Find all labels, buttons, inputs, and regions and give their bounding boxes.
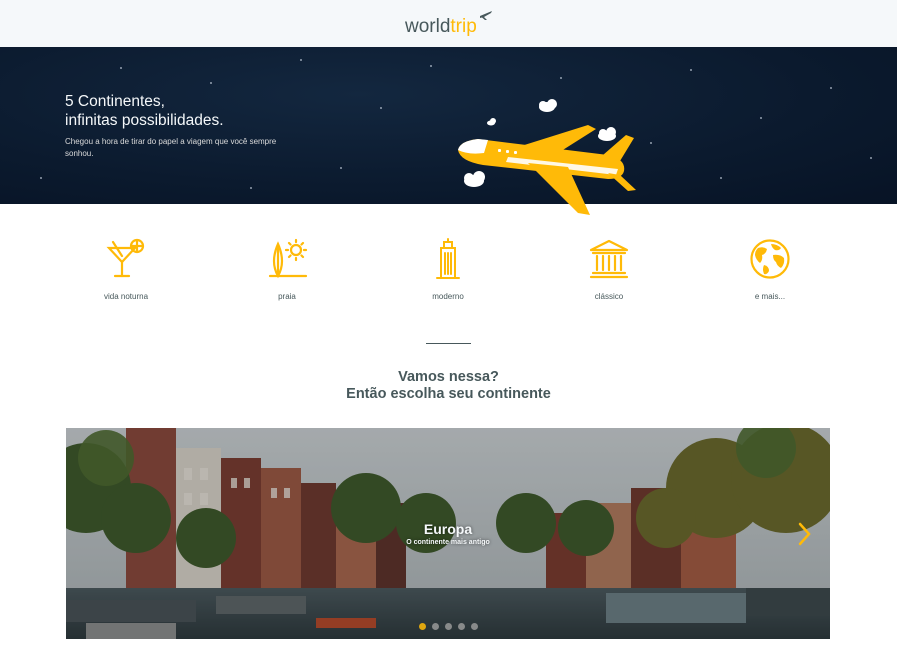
building-icon bbox=[436, 238, 460, 279]
hero-banner: 5 Continentes, infinitas possibilidades.… bbox=[0, 47, 897, 215]
travel-type-classic[interactable]: clássico bbox=[549, 238, 669, 301]
hero-title-line1: 5 Continentes, bbox=[65, 93, 165, 110]
chevron-right-icon[interactable] bbox=[796, 522, 812, 546]
hero-title-line2: infinitas possibilidades. bbox=[65, 112, 224, 129]
slider-dot-4[interactable] bbox=[457, 623, 465, 630]
travel-type-label: clássico bbox=[594, 292, 624, 301]
continent-slider[interactable]: Europa O continente mais antigo bbox=[66, 428, 830, 639]
travel-type-nightlife[interactable]: vida noturna bbox=[66, 238, 186, 301]
travel-type-more[interactable]: e mais... bbox=[710, 238, 830, 301]
section-divider bbox=[426, 343, 471, 344]
slide-subtitle: O continente mais antigo bbox=[406, 539, 490, 546]
hero-subtitle: Chegou a hora de tirar do papel a viagem… bbox=[65, 137, 277, 158]
airplane-illustration bbox=[458, 99, 636, 215]
slider-dot-3[interactable] bbox=[444, 623, 452, 630]
earth-icon bbox=[750, 239, 790, 279]
museum-icon bbox=[589, 239, 629, 279]
worldtrip-logo[interactable]: world trip bbox=[405, 9, 492, 39]
logo-world-text: world bbox=[405, 16, 451, 37]
slider-dot-2[interactable] bbox=[431, 623, 439, 630]
travel-type-label: vida noturna bbox=[103, 292, 149, 301]
travel-types: vida noturna praia moderno clássico e ma… bbox=[0, 204, 897, 314]
slider-dot-5[interactable] bbox=[470, 623, 478, 630]
travel-type-label: e mais... bbox=[754, 292, 786, 301]
cta-line1: Vamos nessa? bbox=[398, 369, 499, 385]
airplane-icon bbox=[480, 11, 492, 20]
travel-type-beach[interactable]: praia bbox=[227, 238, 347, 301]
choose-continent-heading: Vamos nessa? Então escolha seu continent… bbox=[0, 369, 897, 403]
slider-pagination bbox=[66, 623, 830, 630]
slider-dot-1[interactable] bbox=[418, 623, 426, 630]
cta-line2: Então escolha seu continente bbox=[346, 386, 551, 402]
travel-type-modern[interactable]: moderno bbox=[388, 238, 508, 301]
surf-sun-icon bbox=[268, 238, 308, 279]
travel-type-label: praia bbox=[278, 292, 296, 301]
travel-type-label: moderno bbox=[432, 292, 464, 301]
logo-trip-text: trip bbox=[450, 16, 477, 37]
cocktail-icon bbox=[106, 238, 145, 278]
slide-title: Europa bbox=[423, 521, 473, 537]
header: world trip bbox=[0, 0, 897, 47]
hero-title: 5 Continentes, infinitas possibilidades. bbox=[65, 92, 325, 130]
slide-caption[interactable]: Europa O continente mais antigo bbox=[66, 521, 830, 547]
